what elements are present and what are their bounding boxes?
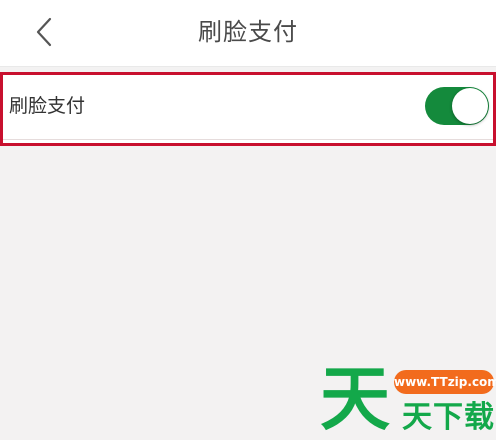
nav-bar: 刷脸支付 — [0, 0, 496, 67]
face-pay-setting-row: 刷脸支付 — [3, 75, 493, 140]
page-title: 刷脸支付 — [198, 18, 298, 46]
watermark-text: 天下载 — [402, 400, 495, 435]
watermark-big-char: 天 — [320, 358, 390, 440]
face-pay-toggle[interactable] — [425, 87, 489, 125]
toggle-knob — [452, 88, 488, 124]
watermark-logo: 天 www.TTzip.com 天下载 — [320, 360, 496, 438]
highlight-frame: 刷脸支付 — [0, 72, 496, 146]
face-pay-label: 刷脸支付 — [9, 95, 86, 117]
watermark-url: www.TTzip.com — [394, 370, 496, 394]
